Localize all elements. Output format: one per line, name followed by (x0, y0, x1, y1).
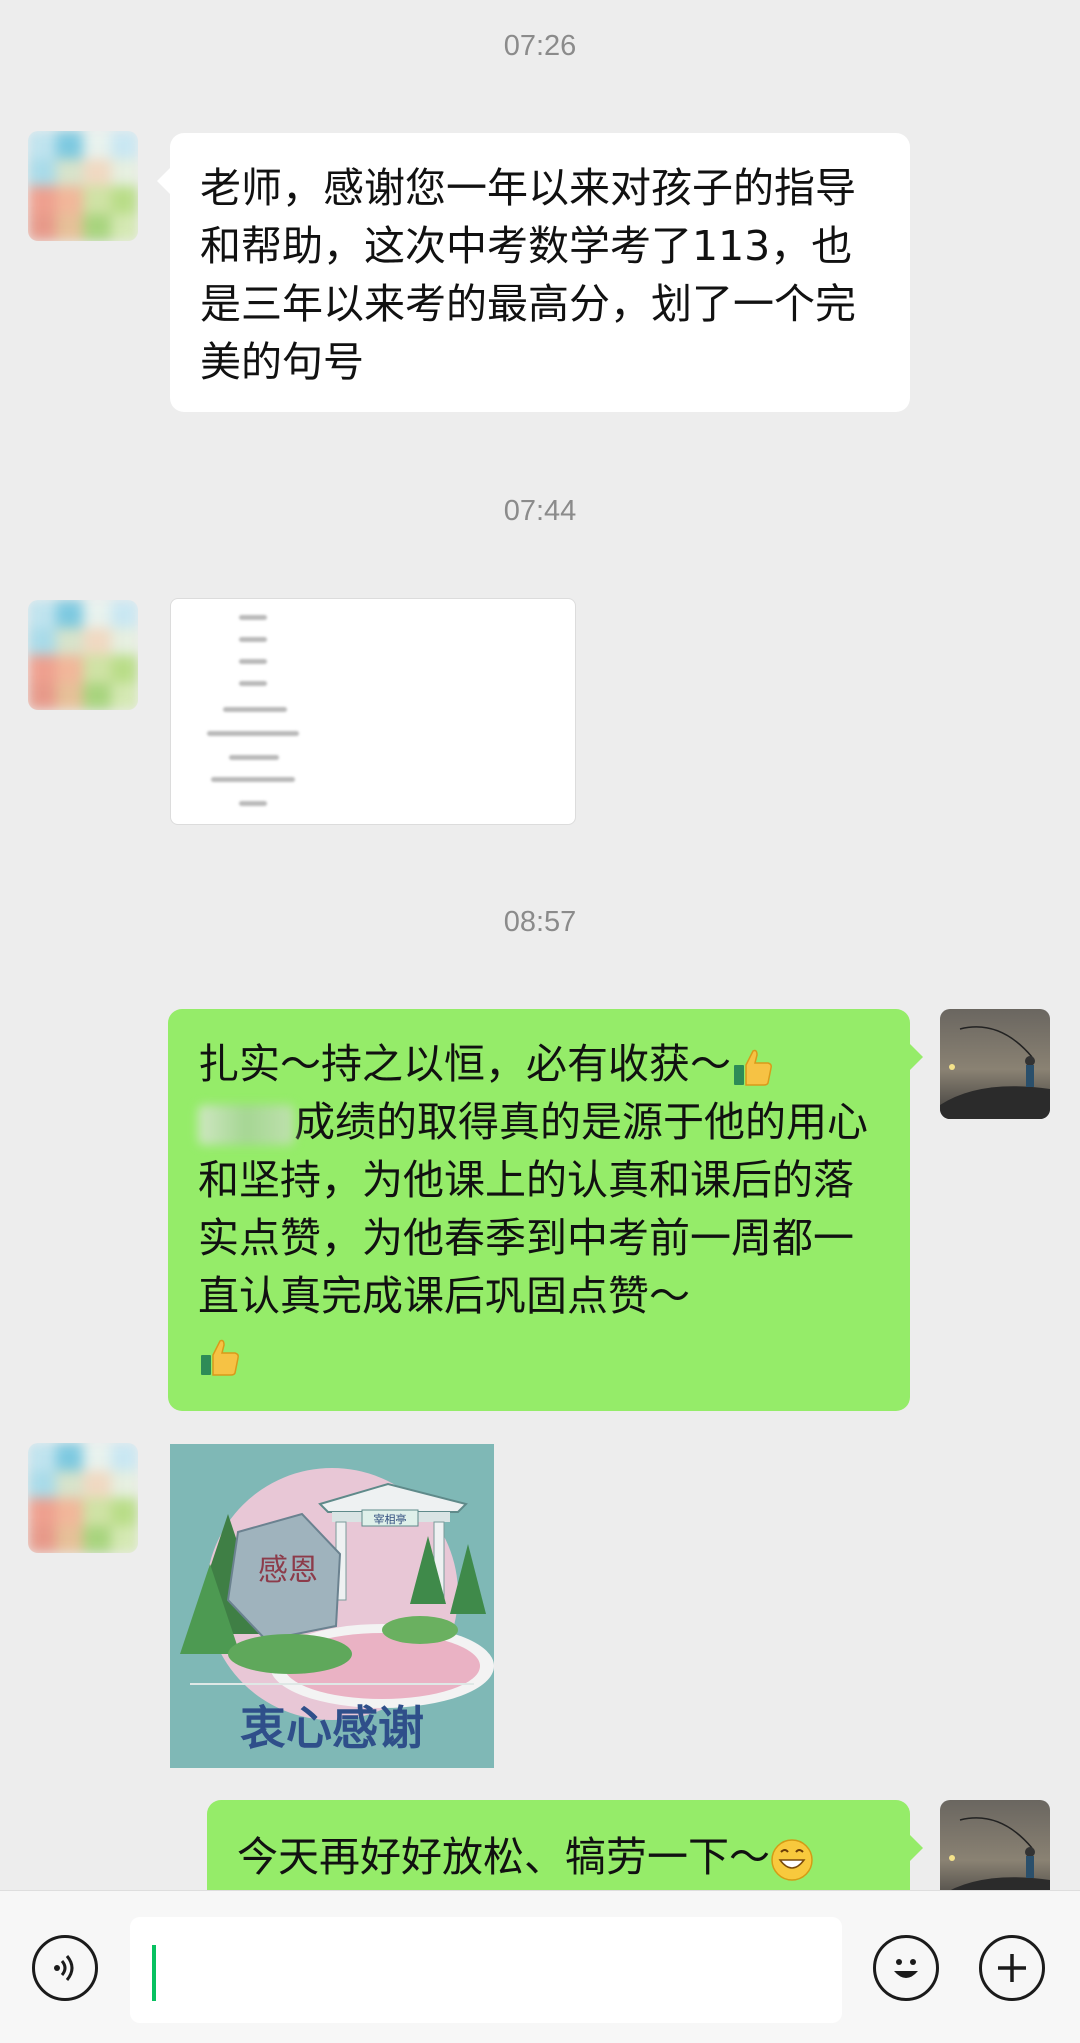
message-text: 扎实～持之以恒，必有收获～ (198, 1040, 731, 1088)
message-text: 成绩的取得真的是源于他的用心和坚持，为他课上的认真和课后的落实点赞，为他春季到中… (198, 1098, 868, 1320)
timestamp: 07:44 (503, 495, 577, 527)
plus-icon[interactable] (979, 1935, 1045, 2001)
timestamp: 07:26 (503, 30, 577, 62)
emoji-icon[interactable] (873, 1935, 939, 2001)
grinning-emoji (771, 1839, 813, 1881)
voice-icon[interactable] (32, 1935, 98, 2001)
stone-inscription: 感恩 (258, 1553, 318, 1588)
sent-message-bubble[interactable]: 扎实～持之以恒，必有收获～ 成绩的取得真的是源于他的用心和坚持，为他课上的认真和课… (168, 1009, 923, 1411)
timestamp: 08:57 (503, 906, 577, 938)
own-avatar[interactable] (940, 1009, 1050, 1119)
chat-input-bar (0, 1890, 1080, 2043)
message-text: 今天再好好放松、犒劳一下～ (237, 1833, 770, 1881)
thank-you-sticker[interactable]: 宰相亭 感恩 衷心感谢 (170, 1444, 494, 1768)
image-message-thumbnail[interactable] (170, 598, 576, 825)
sticker-caption: 衷心感谢 (240, 1701, 424, 1755)
message-input[interactable] (130, 1917, 842, 2023)
contact-avatar[interactable] (28, 600, 138, 710)
thumbs-up-emoji (734, 1049, 772, 1086)
blurred-student-name (198, 1105, 294, 1145)
text-cursor (152, 1945, 156, 2001)
contact-avatar[interactable] (28, 1443, 138, 1553)
received-message-bubble[interactable]: 老师，感谢您一年以来对孩子的指导和帮助，这次中考数学考了113，也是三年以来考的… (157, 133, 910, 412)
thumbs-up-emoji (201, 1339, 239, 1376)
contact-avatar[interactable] (28, 131, 138, 241)
pavilion-sign: 宰相亭 (374, 1512, 407, 1526)
fishing-figure-avatar-art (940, 1026, 1050, 1119)
